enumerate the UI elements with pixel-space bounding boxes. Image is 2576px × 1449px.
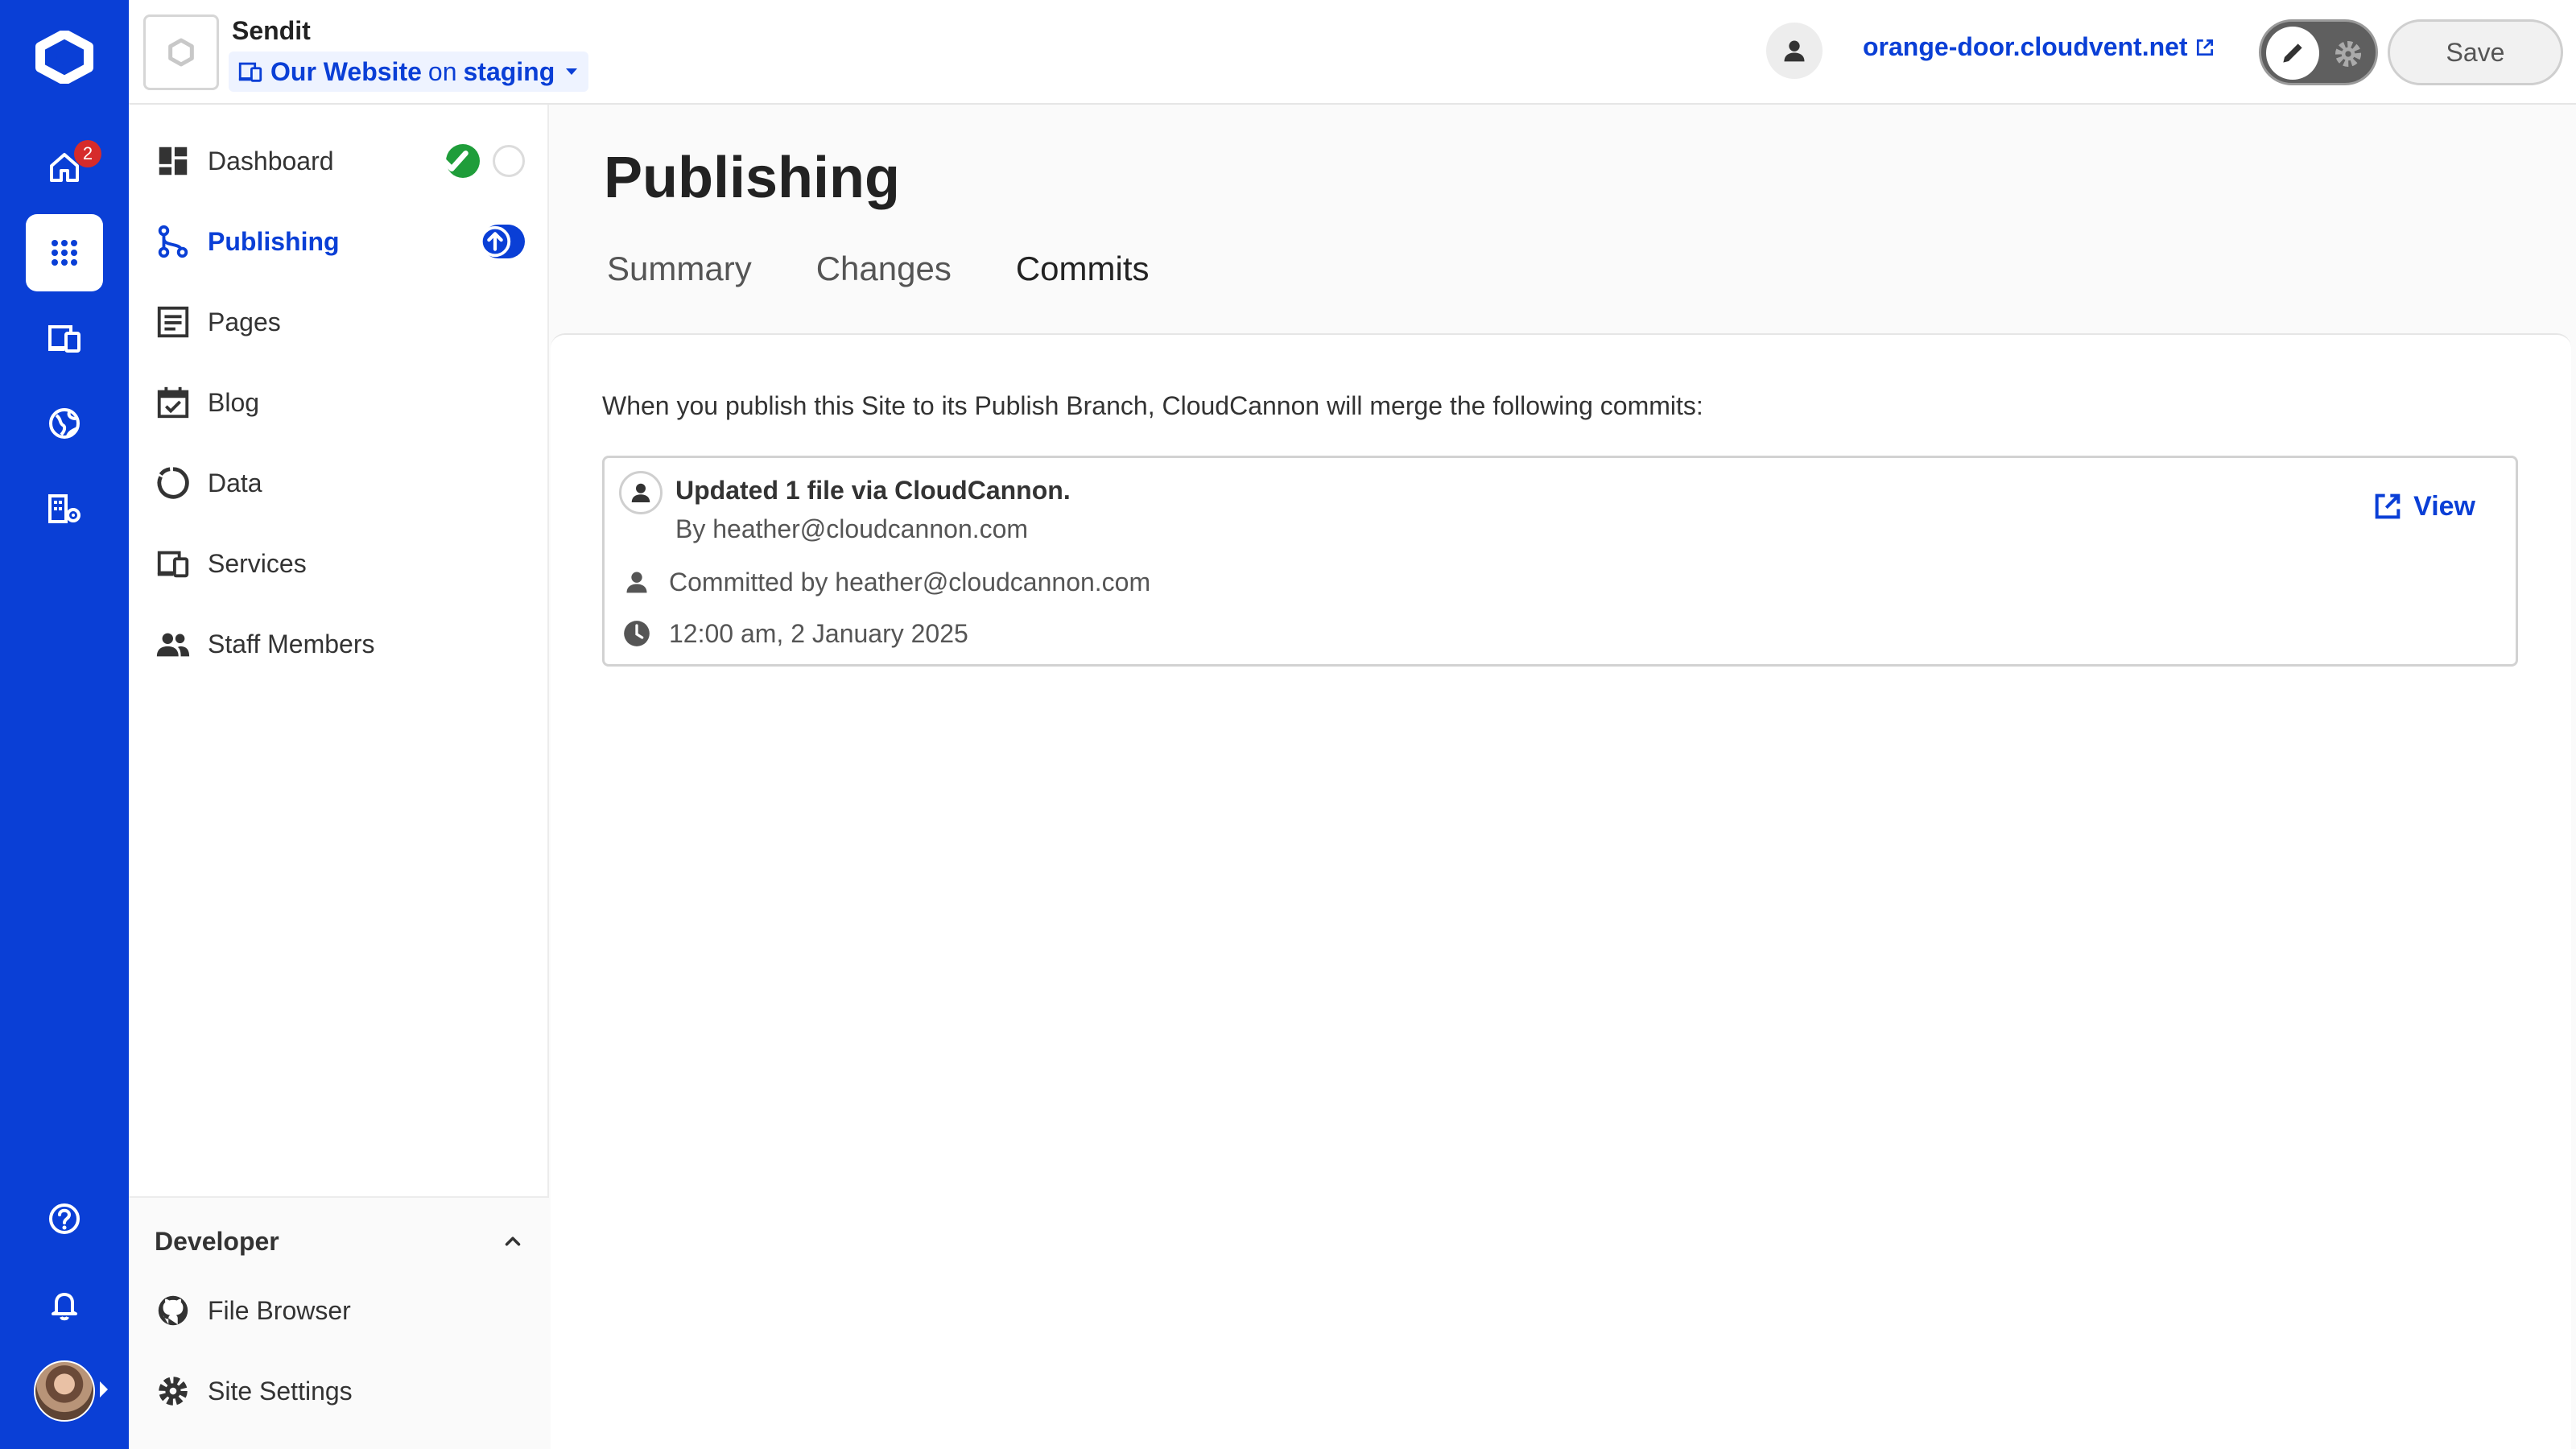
sidebar-item-label: Pages	[208, 307, 281, 336]
org-settings-icon	[48, 494, 80, 523]
rail-help-button[interactable]	[26, 1180, 103, 1257]
gear-icon	[159, 1377, 188, 1406]
rail-home-button[interactable]: 2	[26, 129, 103, 206]
data-icon	[157, 467, 189, 499]
rail-apps-button[interactable]	[26, 214, 103, 291]
sidebar-item-label: Blog	[208, 387, 260, 417]
help-icon	[49, 1203, 80, 1234]
sidebar-item-label: Site Settings	[208, 1376, 353, 1406]
gear-icon	[2334, 40, 2362, 68]
sidebar-item-dashboard[interactable]: Dashboard	[155, 137, 525, 185]
site-link-label: Our Website	[270, 56, 422, 86]
main-content: Publishing Summary Changes Commits When …	[549, 105, 2576, 1449]
sidebar-item-site-settings[interactable]: Site Settings	[155, 1367, 525, 1415]
empty-circle-icon	[493, 145, 525, 177]
sidebar-item-label: Services	[208, 548, 307, 578]
calendar-check-icon	[157, 386, 189, 419]
sidebar-item-blog[interactable]: Blog	[155, 378, 525, 427]
sidebar-item-label: Dashboard	[208, 146, 334, 175]
chevron-down-icon	[566, 68, 578, 75]
top-header: Sendit Our Website on staging orange-doo…	[129, 0, 2576, 105]
toggle-knob	[2266, 27, 2319, 80]
commit-time-row: 12:00 am, 2 January 2025	[621, 617, 968, 650]
bell-icon	[52, 1293, 77, 1321]
view-commit-link[interactable]: View	[2372, 490, 2475, 522]
app-rail: 2	[0, 0, 129, 1449]
user-avatar[interactable]	[34, 1360, 95, 1422]
sidebar-item-label: Data	[208, 468, 262, 497]
external-link-icon	[2196, 39, 2213, 56]
commit-item: Updated 1 file via CloudCannon. By heath…	[602, 456, 2518, 667]
external-link-icon	[2375, 493, 2401, 519]
tab-commits[interactable]: Commits	[1009, 250, 1156, 340]
tab-changes[interactable]: Changes	[813, 250, 955, 330]
people-icon	[156, 633, 190, 657]
tab-summary[interactable]: Summary	[604, 250, 755, 330]
arrow-up-icon	[479, 225, 511, 258]
commit-author: By heather@cloudcannon.com	[675, 514, 1029, 543]
dashboard-status	[441, 144, 525, 178]
pencil-icon	[2283, 43, 2302, 63]
sidebar-item-data[interactable]: Data	[155, 459, 525, 507]
commit-time: 12:00 am, 2 January 2025	[669, 618, 968, 648]
view-label: View	[2413, 490, 2475, 522]
github-icon	[158, 1295, 188, 1326]
rail-globe-button[interactable]	[26, 385, 103, 462]
author-avatar	[619, 471, 663, 514]
site-sidebar: Dashboard Publishing Pages Blog Data Ser…	[129, 105, 549, 1449]
collaborators-button[interactable]	[1766, 23, 1823, 79]
devices-icon	[48, 325, 80, 353]
commits-panel: When you publish this Site to its Publis…	[551, 333, 2571, 1449]
person-icon	[626, 572, 647, 593]
publish-pending-badge	[479, 225, 525, 258]
sidebar-item-label: File Browser	[208, 1295, 351, 1325]
sidebar-item-label: Publishing	[208, 226, 340, 256]
globe-icon	[49, 408, 80, 439]
sidebar-item-services[interactable]: Services	[155, 539, 525, 588]
site-thumbnail[interactable]	[143, 14, 219, 90]
check-circle-icon	[441, 144, 480, 178]
services-icon	[157, 551, 189, 578]
commit-message: Updated 1 file via CloudCannon.	[675, 476, 1071, 505]
site-domain-link[interactable]: orange-door.cloudvent.net	[1863, 32, 2215, 62]
person-icon	[1784, 40, 1805, 62]
site-name: Sendit	[232, 16, 311, 45]
domain-label: orange-door.cloudvent.net	[1863, 32, 2188, 61]
commits-intro-text: When you publish this Site to its Publis…	[602, 391, 1703, 420]
pages-icon	[157, 306, 189, 338]
commit-committer: Committed by heather@cloudcannon.com	[669, 567, 1151, 597]
sidebar-item-staff-members[interactable]: Staff Members	[155, 620, 525, 668]
page-title: Publishing	[604, 146, 900, 210]
avatar-caret-icon[interactable]	[100, 1381, 108, 1397]
save-button[interactable]: Save	[2388, 19, 2563, 85]
chevron-up-icon	[505, 1236, 521, 1246]
cloudcannon-logo-icon[interactable]	[32, 29, 97, 85]
sidebar-item-pages[interactable]: Pages	[155, 298, 525, 346]
clock-icon	[624, 621, 650, 646]
sidebar-item-file-browser[interactable]: File Browser	[155, 1286, 525, 1335]
rail-org-button[interactable]	[26, 470, 103, 547]
rail-notifications-button[interactable]	[26, 1265, 103, 1343]
dashboard-icon	[159, 147, 188, 175]
rail-devices-button[interactable]	[26, 299, 103, 377]
sidebar-item-label: Staff Members	[208, 629, 375, 658]
sidebar-item-publishing[interactable]: Publishing	[155, 217, 525, 266]
publishing-tabs: Summary Changes Commits	[604, 250, 1211, 340]
apps-grid-icon	[52, 240, 77, 266]
site-placeholder-icon	[168, 38, 194, 67]
developer-label: Developer	[155, 1226, 279, 1256]
site-branch-selector[interactable]: Our Website on staging	[229, 52, 589, 92]
edit-mode-toggle[interactable]	[2259, 19, 2378, 85]
devices-icon	[238, 62, 262, 82]
person-icon	[631, 483, 650, 502]
branch-label: staging	[463, 56, 555, 86]
developer-section: Developer File Browser Site Settings	[129, 1196, 549, 1449]
commit-committer-row: Committed by heather@cloudcannon.com	[621, 566, 1150, 598]
home-notification-badge: 2	[74, 140, 101, 167]
branch-icon	[158, 225, 188, 258]
developer-section-toggle[interactable]: Developer	[155, 1222, 525, 1261]
on-label: on	[427, 56, 457, 86]
